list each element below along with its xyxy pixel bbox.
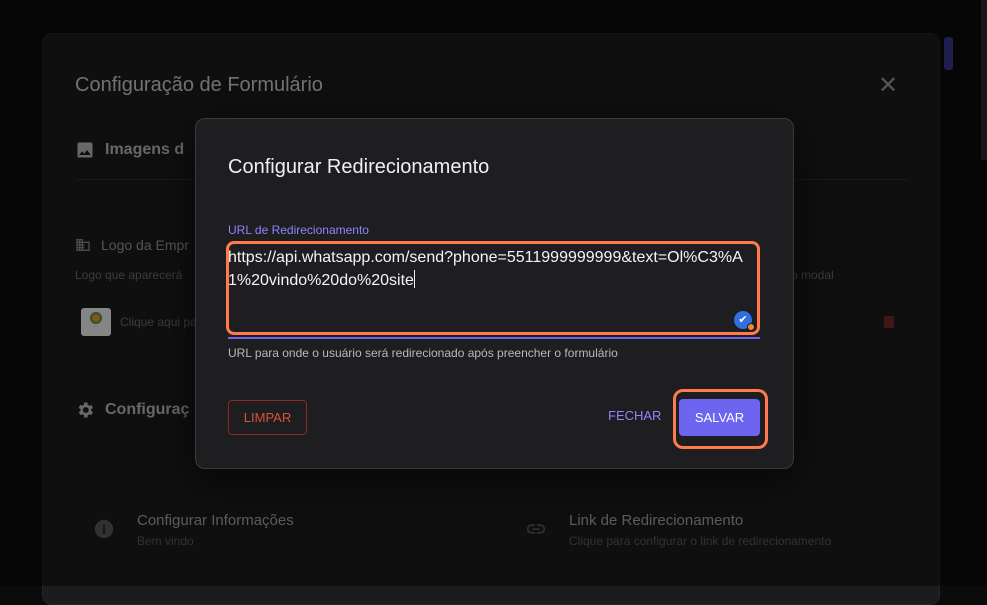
clear-button[interactable]: LIMPAR bbox=[228, 400, 307, 435]
url-input[interactable]: https://api.whatsapp.com/send?phone=5511… bbox=[228, 246, 756, 292]
status-dot bbox=[747, 323, 755, 331]
dialog-title: Configurar Redirecionamento bbox=[228, 156, 490, 178]
url-field-underline bbox=[228, 337, 760, 339]
save-button[interactable]: SALVAR bbox=[679, 399, 760, 436]
url-input-value: https://api.whatsapp.com/send?phone=5511… bbox=[228, 249, 743, 289]
close-button[interactable]: FECHAR bbox=[608, 408, 661, 423]
url-helper-text: URL para onde o usuário será redireciona… bbox=[228, 346, 618, 360]
text-caret bbox=[413, 270, 415, 288]
redirect-dialog: Configurar Redirecionamento URL de Redir… bbox=[195, 118, 794, 469]
url-field-label: URL de Redirecionamento bbox=[228, 223, 369, 237]
